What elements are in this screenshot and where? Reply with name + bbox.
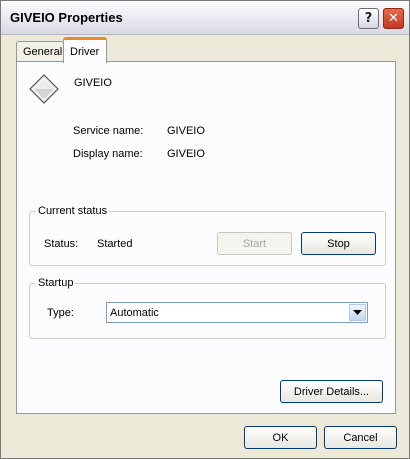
close-button[interactable]: ✕ xyxy=(383,8,404,29)
stop-button-label: Stop xyxy=(327,237,350,250)
help-icon: ? xyxy=(364,11,373,26)
cancel-button-label: Cancel xyxy=(343,431,378,444)
chevron-down-icon xyxy=(353,309,362,315)
tab-driver[interactable]: Driver xyxy=(63,37,107,63)
driver-name: GIVEIO xyxy=(74,77,112,89)
startup-legend: Startup xyxy=(36,277,76,289)
startup-type-label: Type: xyxy=(47,307,74,319)
service-name-label: Service name: xyxy=(73,125,144,137)
startup-type-select[interactable]: Automatic xyxy=(106,302,368,323)
driver-details-button[interactable]: Driver Details... xyxy=(280,380,383,403)
properties-dialog: GIVEIO Properties ? ✕ General Driver GIV… xyxy=(0,0,410,459)
status-label: Status: xyxy=(44,238,79,250)
tab-general[interactable]: General xyxy=(16,41,64,62)
driver-details-button-label: Driver Details... xyxy=(293,385,370,398)
dropdown-button[interactable] xyxy=(349,304,366,321)
title-bar[interactable]: GIVEIO Properties ? ✕ xyxy=(1,1,409,35)
display-name-value: GIVEIO xyxy=(167,148,205,160)
ok-button[interactable]: OK xyxy=(244,426,317,449)
status-value: Started xyxy=(97,238,133,250)
cancel-button[interactable]: Cancel xyxy=(324,426,397,449)
service-name-value: GIVEIO xyxy=(167,125,205,137)
help-button[interactable]: ? xyxy=(358,8,379,29)
tab-general-label: General xyxy=(23,46,63,58)
driver-diamond-icon xyxy=(29,74,59,104)
startup-type-value: Automatic xyxy=(110,306,159,319)
display-name-label: Display name: xyxy=(73,148,143,160)
tab-driver-label: Driver xyxy=(70,45,100,58)
stop-button[interactable]: Stop xyxy=(301,232,376,255)
window-title: GIVEIO Properties xyxy=(10,10,123,25)
ok-button-label: OK xyxy=(272,431,289,444)
start-button[interactable]: Start xyxy=(217,232,292,255)
current-status-legend: Current status xyxy=(36,205,110,217)
start-button-label: Start xyxy=(242,237,267,250)
close-icon: ✕ xyxy=(388,11,399,26)
